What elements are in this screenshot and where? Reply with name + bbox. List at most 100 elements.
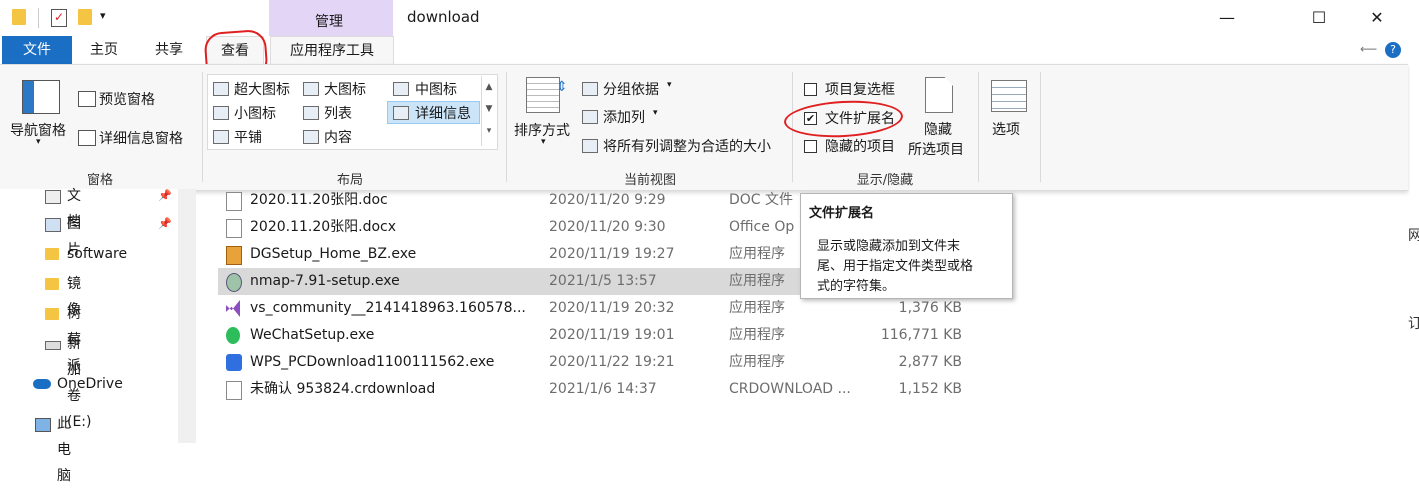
layout-list[interactable]: 列表 bbox=[324, 103, 352, 123]
hide-selected-line1[interactable]: 隐藏 bbox=[924, 119, 952, 139]
context-tab-group: 管理 bbox=[269, 0, 393, 36]
chevron-down-icon: ▾ bbox=[653, 108, 658, 118]
file-date: 2021/1/5 13:57 bbox=[549, 273, 657, 289]
file-type: 应用程序 bbox=[729, 327, 785, 343]
file-date: 2020/11/19 19:27 bbox=[549, 246, 675, 262]
file-type: Office Op bbox=[729, 219, 795, 235]
group-label-current-view: 当前视图 bbox=[623, 173, 676, 188]
file-name: DGSetup_Home_BZ.exe bbox=[250, 246, 417, 262]
file-size: 2,877 KB bbox=[898, 354, 962, 370]
details-pane-button[interactable]: 详细信息窗格 bbox=[99, 128, 183, 148]
file-date: 2020/11/19 20:32 bbox=[549, 300, 675, 316]
file-name: WPS_PCDownload1100111562.exe bbox=[250, 354, 495, 370]
pin-icon[interactable]: 📌 bbox=[158, 183, 172, 209]
group-by-icon bbox=[582, 82, 598, 96]
file-size: 116,771 KB bbox=[880, 327, 962, 343]
drive-icon bbox=[45, 341, 61, 350]
extra-large-icons-icon bbox=[213, 82, 229, 96]
group-label-layout: 布局 bbox=[336, 173, 363, 188]
tab-home[interactable]: 主页 bbox=[80, 36, 128, 64]
table-row[interactable]: WeChatSetup.exe 2020/11/19 19:01 应用程序 11… bbox=[218, 322, 998, 349]
tooltip-line: 尾、用于指定文件类型或格 bbox=[817, 259, 974, 274]
layout-details[interactable]: 详细信息 bbox=[415, 103, 471, 123]
navigation-pane: 文档 📌 图片 📌 software 镜像 树莓派 新加卷 (E:) OneDr… bbox=[0, 188, 178, 484]
hidden-items-checkbox[interactable] bbox=[804, 140, 817, 153]
group-by-button[interactable]: 分组依据 bbox=[603, 79, 659, 99]
table-row[interactable]: WPS_PCDownload1100111562.exe 2020/11/22 … bbox=[218, 349, 998, 376]
layout-small-icons[interactable]: 小图标 bbox=[234, 103, 276, 123]
sort-arrows-icon: ⇕ bbox=[556, 79, 568, 95]
scroll-down-icon[interactable]: ▼ bbox=[482, 98, 496, 120]
layout-large-icons[interactable]: 大图标 bbox=[324, 79, 366, 99]
pin-icon[interactable]: 📌 bbox=[158, 211, 172, 237]
tab-file[interactable]: 文件 bbox=[2, 36, 72, 64]
preview-pane-button[interactable]: 预览窗格 bbox=[99, 89, 155, 109]
scroll-up-icon[interactable]: ▲ bbox=[482, 76, 496, 98]
wps-icon bbox=[226, 354, 242, 371]
nav-pane-scrollbar[interactable] bbox=[178, 189, 196, 443]
options-icon bbox=[991, 80, 1027, 112]
details-icon bbox=[393, 106, 409, 120]
pin-ribbon-icon[interactable]: ⟵ bbox=[1360, 42, 1377, 56]
documents-icon bbox=[45, 190, 61, 204]
table-row[interactable]: vs_community__2141418963.160578... 2020/… bbox=[218, 295, 998, 322]
file-type: 应用程序 bbox=[729, 354, 785, 370]
window-title: download bbox=[407, 8, 480, 26]
preview-pane-icon bbox=[78, 91, 96, 107]
file-name: vs_community__2141418963.160578... bbox=[250, 300, 526, 316]
maximize-button[interactable]: ☐ bbox=[1296, 6, 1342, 30]
nav-item-label: software bbox=[67, 246, 128, 262]
item-checkboxes-checkbox[interactable] bbox=[804, 83, 817, 96]
file-date: 2020/11/20 9:29 bbox=[549, 192, 666, 208]
document-icon bbox=[226, 219, 242, 238]
visual-studio-icon bbox=[226, 300, 240, 317]
properties-icon[interactable]: ✓ bbox=[51, 9, 67, 27]
hide-selected-line2[interactable]: 所选项目 bbox=[908, 139, 964, 159]
pictures-icon bbox=[45, 218, 61, 232]
table-row[interactable]: 未确认 953824.crdownload 2021/1/6 14:37 CRD… bbox=[218, 376, 998, 403]
layout-content[interactable]: 内容 bbox=[324, 127, 352, 147]
file-date: 2020/11/20 9:30 bbox=[549, 219, 666, 235]
tooltip-title: 文件扩展名 bbox=[809, 206, 875, 221]
layout-tiles[interactable]: 平铺 bbox=[234, 127, 262, 147]
file-name: 未确认 953824.crdownload bbox=[250, 381, 436, 397]
file-date: 2020/11/19 19:01 bbox=[549, 327, 675, 343]
add-columns-button[interactable]: 添加列 bbox=[603, 107, 645, 127]
hide-selected-icon bbox=[925, 77, 953, 113]
folder-icon[interactable] bbox=[12, 9, 26, 25]
nav-item-label: OneDrive bbox=[57, 376, 123, 392]
tooltip-line: 式的字符集。 bbox=[817, 279, 896, 294]
divider bbox=[978, 72, 979, 182]
tooltip-line: 显示或隐藏添加到文件末 bbox=[817, 239, 961, 254]
layout-medium-icons[interactable]: 中图标 bbox=[415, 79, 457, 99]
layout-gallery-scroll[interactable]: ▲ ▼ ▾ bbox=[481, 76, 496, 146]
hidden-items-label: 隐藏的项目 bbox=[825, 139, 895, 155]
layout-extra-large-icons[interactable]: 超大图标 bbox=[234, 79, 290, 99]
size-all-columns-button[interactable]: 将所有列调整为合适的大小 bbox=[603, 136, 771, 156]
large-icons-icon bbox=[303, 82, 319, 96]
file-type: 应用程序 bbox=[729, 246, 785, 262]
sort-by-icon bbox=[526, 77, 560, 113]
minimize-button[interactable]: — bbox=[1204, 6, 1250, 30]
tab-share[interactable]: 共享 bbox=[145, 36, 193, 64]
installer-icon bbox=[226, 246, 242, 265]
content-icon bbox=[303, 130, 319, 144]
file-type: DOC 文件 bbox=[729, 192, 794, 208]
file-date: 2020/11/22 19:21 bbox=[549, 354, 675, 370]
tab-app-tools[interactable]: 应用程序工具 bbox=[270, 36, 394, 65]
chevron-down-icon: ▾ bbox=[667, 80, 672, 90]
medium-icons-icon bbox=[393, 82, 409, 96]
context-tab-label: 管理 bbox=[315, 14, 343, 30]
close-button[interactable]: ✕ bbox=[1354, 6, 1400, 30]
divider bbox=[38, 8, 39, 28]
chevron-down-icon: ▾ bbox=[541, 137, 546, 147]
nav-item-label: 此电脑 bbox=[57, 416, 71, 484]
customize-qat-icon[interactable]: ▾ bbox=[100, 9, 106, 22]
expand-gallery-icon[interactable]: ▾ bbox=[482, 120, 496, 142]
new-folder-icon[interactable] bbox=[78, 9, 92, 25]
tiles-icon bbox=[213, 130, 229, 144]
options-button[interactable]: 选项 bbox=[992, 119, 1020, 139]
file-name: 2020.11.20张阳.doc bbox=[250, 192, 388, 208]
help-icon[interactable]: ? bbox=[1385, 42, 1401, 58]
list-icon bbox=[303, 106, 319, 120]
